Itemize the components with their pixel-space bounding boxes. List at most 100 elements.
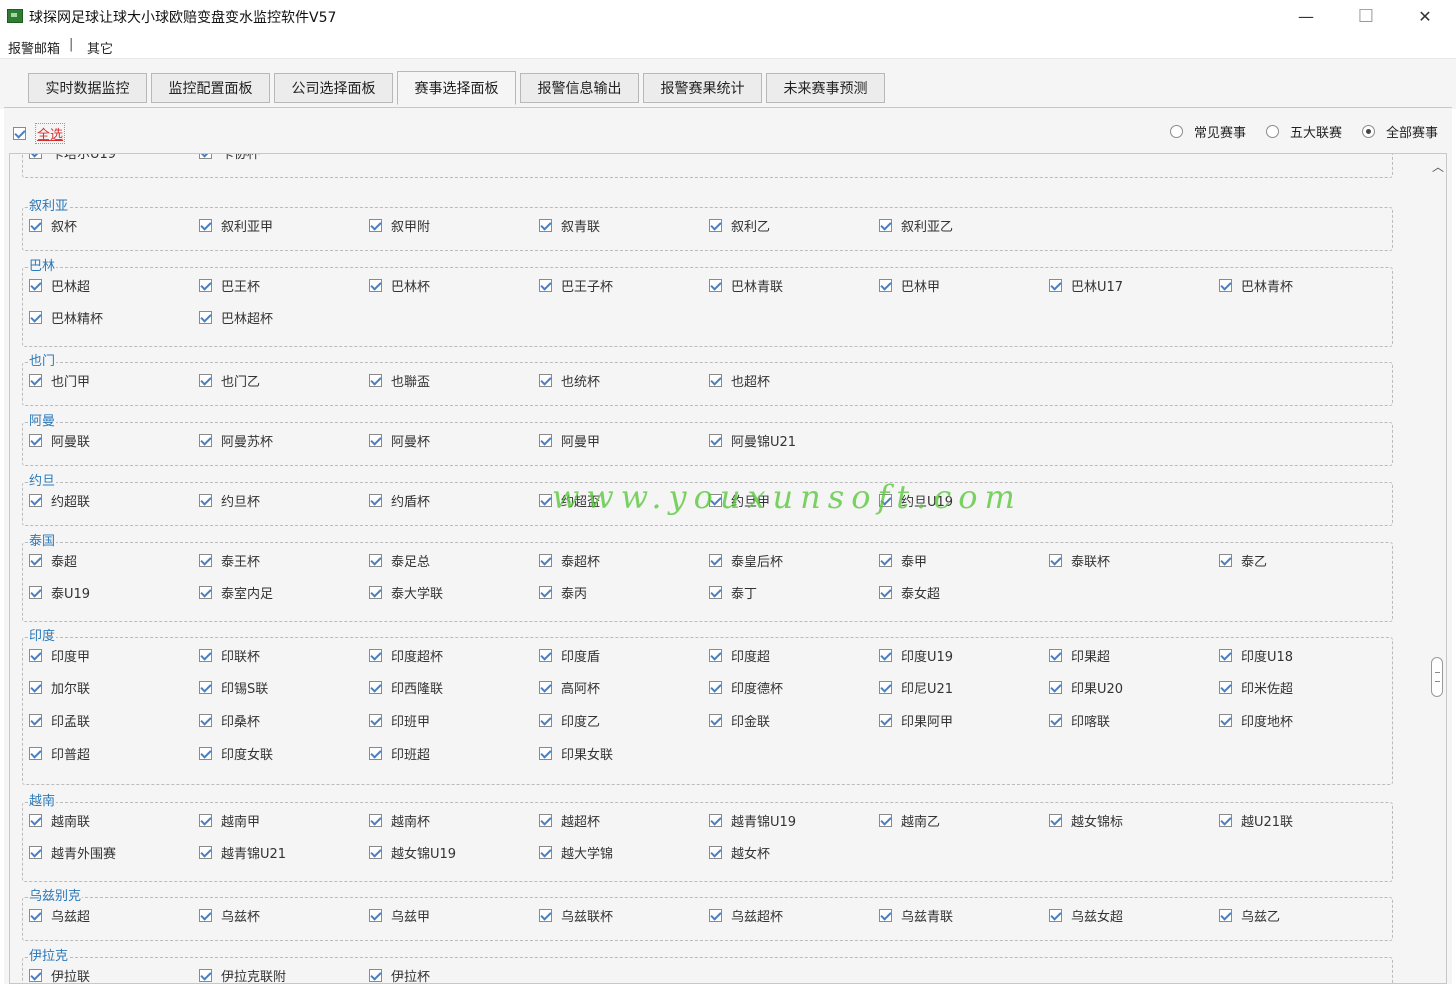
checkbox[interactable] — [709, 434, 722, 447]
checkbox[interactable] — [369, 494, 382, 507]
checkbox[interactable] — [29, 681, 42, 694]
league-checkbox[interactable]: 乌兹女超 — [1049, 906, 1123, 925]
league-checkbox[interactable]: 乌兹杯 — [199, 906, 260, 925]
checkbox[interactable] — [709, 846, 722, 859]
checkbox[interactable] — [1049, 554, 1062, 567]
league-checkbox[interactable]: 印度U19 — [879, 646, 953, 665]
league-checkbox[interactable]: 巴林超 — [29, 276, 90, 295]
checkbox[interactable] — [199, 747, 212, 760]
league-checkbox[interactable]: 越青外围赛 — [29, 843, 116, 862]
league-checkbox[interactable]: 泰王杯 — [199, 551, 260, 570]
league-checkbox[interactable]: 叙甲附 — [369, 216, 430, 235]
checkbox[interactable] — [199, 279, 212, 292]
checkbox[interactable] — [369, 909, 382, 922]
checkbox[interactable] — [199, 154, 212, 159]
tab-monitor-config[interactable]: 监控配置面板 — [151, 73, 270, 103]
checkbox[interactable] — [199, 649, 212, 662]
checkbox[interactable] — [539, 494, 552, 507]
tab-future-prediction[interactable]: 未来赛事预测 — [766, 73, 885, 103]
league-checkbox[interactable]: 越女锦U19 — [369, 843, 456, 862]
league-checkbox[interactable]: 越南杯 — [369, 811, 430, 830]
radio-common-matches[interactable]: 常见赛事 — [1170, 122, 1246, 141]
minimize-button[interactable]: — — [1291, 4, 1321, 28]
checkbox[interactable] — [879, 586, 892, 599]
league-checkbox[interactable]: 越南甲 — [199, 811, 260, 830]
checkbox[interactable] — [709, 586, 722, 599]
checkbox[interactable] — [369, 586, 382, 599]
checkbox[interactable] — [369, 814, 382, 827]
vertical-scrollbar[interactable]: ︿ — [1429, 154, 1446, 983]
checkbox[interactable] — [539, 279, 552, 292]
checkbox[interactable] — [369, 714, 382, 727]
league-checkbox[interactable]: 阿曼杯 — [369, 431, 430, 450]
league-checkbox[interactable]: 泰足总 — [369, 551, 430, 570]
league-checkbox[interactable]: 约盾杯 — [369, 491, 430, 510]
league-checkbox[interactable]: 印果U20 — [1049, 678, 1123, 697]
checkbox[interactable] — [539, 681, 552, 694]
league-checkbox[interactable]: 泰甲 — [879, 551, 927, 570]
checkbox[interactable] — [709, 279, 722, 292]
league-checkbox[interactable]: 叙青联 — [539, 216, 600, 235]
league-checkbox[interactable]: 印度乙 — [539, 711, 600, 730]
checkbox[interactable] — [709, 494, 722, 507]
checkbox[interactable] — [199, 219, 212, 232]
league-checkbox[interactable]: 泰U19 — [29, 583, 90, 602]
league-checkbox[interactable]: 巴林杯 — [369, 276, 430, 295]
league-checkbox[interactable]: 卡协杯 — [199, 154, 260, 162]
league-checkbox[interactable]: 泰大学联 — [369, 583, 443, 602]
select-all-checkbox[interactable]: 全选 — [13, 123, 66, 144]
checkbox[interactable] — [539, 747, 552, 760]
league-checkbox[interactable]: 印度U18 — [1219, 646, 1293, 665]
checkbox[interactable] — [709, 554, 722, 567]
league-checkbox[interactable]: 印普超 — [29, 744, 90, 763]
scrollbar-thumb[interactable] — [1431, 657, 1443, 697]
league-checkbox[interactable]: 也统杯 — [539, 371, 600, 390]
checkbox[interactable] — [199, 374, 212, 387]
checkbox[interactable] — [29, 846, 42, 859]
league-checkbox[interactable]: 越南联 — [29, 811, 90, 830]
league-checkbox[interactable]: 也门甲 — [29, 371, 90, 390]
checkbox[interactable] — [199, 494, 212, 507]
checkbox[interactable] — [369, 649, 382, 662]
league-checkbox[interactable]: 印尼U21 — [879, 678, 953, 697]
checkbox[interactable] — [369, 279, 382, 292]
league-list[interactable]: ︿ 卡塔尔U19 卡协杯 叙利亚 叙杯 叙利亚甲 叙甲附 叙青联 叙利乙 叙利亚乙 巴林 巴林超 巴王… — [9, 153, 1447, 984]
league-checkbox[interactable]: 泰乙 — [1219, 551, 1267, 570]
checkbox[interactable] — [879, 681, 892, 694]
league-checkbox[interactable]: 叙杯 — [29, 216, 77, 235]
league-checkbox[interactable]: 也聯盃 — [369, 371, 430, 390]
league-checkbox[interactable]: 印桑杯 — [199, 711, 260, 730]
league-checkbox[interactable]: 泰室内足 — [199, 583, 273, 602]
league-checkbox[interactable]: 约旦杯 — [199, 491, 260, 510]
checkbox[interactable] — [1219, 681, 1232, 694]
close-button[interactable]: ✕ — [1410, 4, 1440, 28]
league-checkbox[interactable]: 约超联 — [29, 491, 90, 510]
league-checkbox[interactable]: 越南乙 — [879, 811, 940, 830]
league-checkbox[interactable]: 巴王杯 — [199, 276, 260, 295]
checkbox[interactable] — [199, 814, 212, 827]
league-checkbox[interactable]: 叙利亚乙 — [879, 216, 953, 235]
league-checkbox[interactable]: 阿曼锦U21 — [709, 431, 796, 450]
tab-alarm-results[interactable]: 报警赛果统计 — [643, 73, 762, 103]
checkbox[interactable] — [1049, 714, 1062, 727]
league-checkbox[interactable]: 约旦U19 — [879, 491, 953, 510]
checkbox[interactable] — [29, 219, 42, 232]
checkbox[interactable] — [539, 586, 552, 599]
checkbox[interactable] — [369, 969, 382, 982]
checkbox[interactable] — [879, 219, 892, 232]
checkbox[interactable] — [29, 434, 42, 447]
checkbox[interactable] — [29, 714, 42, 727]
league-checkbox[interactable]: 巴林青杯 — [1219, 276, 1293, 295]
menu-other[interactable]: 其它 — [87, 38, 113, 57]
checkbox[interactable] — [29, 494, 42, 507]
league-checkbox[interactable]: 印果超 — [1049, 646, 1110, 665]
checkbox[interactable] — [539, 909, 552, 922]
checkbox[interactable] — [709, 649, 722, 662]
checkbox[interactable] — [13, 127, 26, 140]
checkbox[interactable] — [1219, 714, 1232, 727]
league-checkbox[interactable]: 乌兹甲 — [369, 906, 430, 925]
league-checkbox[interactable]: 越青锦U19 — [709, 811, 796, 830]
checkbox[interactable] — [199, 969, 212, 982]
checkbox[interactable] — [879, 279, 892, 292]
checkbox[interactable] — [199, 554, 212, 567]
